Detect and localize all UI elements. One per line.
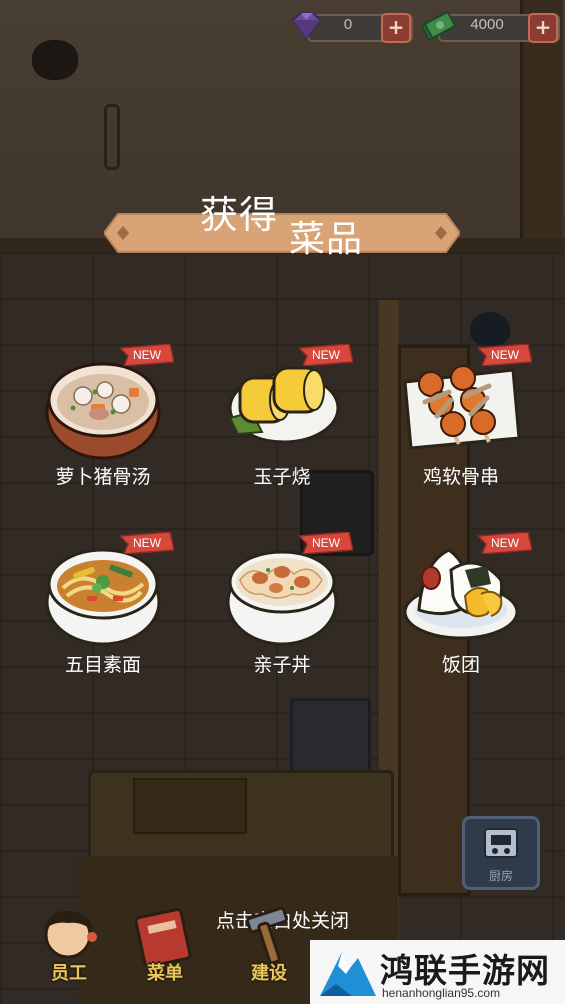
banner-title-obtained: 获得	[200, 193, 279, 237]
dish-name: 玉子烧	[253, 466, 311, 488]
dish-card-tamagoyaki[interactable]: 玉子烧	[207, 352, 357, 512]
watermark-title: 鸿联手游网	[380, 951, 550, 990]
title-banner	[104, 213, 460, 253]
hammer-icon	[246, 906, 288, 965]
tab-menu-label: 菜单	[147, 963, 183, 984]
banner-title-dish: 菜品	[289, 219, 364, 260]
watermark: 鸿联手游网 henanhonglian95.com	[310, 940, 565, 1004]
dish-card-oyakodon[interactable]: 亲子丼	[207, 540, 357, 700]
tab-staff[interactable]: 员工	[28, 905, 110, 1004]
stove-icon	[484, 828, 518, 858]
dish-card-radish-soup[interactable]: 萝卜猪骨汤	[28, 352, 178, 512]
mountain-logo-icon	[320, 952, 376, 996]
watermark-url: henanhonglian95.com	[382, 986, 501, 1000]
gem-count: 0	[343, 16, 353, 33]
radish-pork-bone-soup-icon	[45, 362, 161, 460]
gem-counter: 0 +	[289, 10, 413, 43]
add-gems-button[interactable]: +	[381, 13, 411, 43]
tab-build[interactable]: 建设	[228, 905, 310, 1004]
tab-staff-label: 员工	[51, 963, 87, 984]
new-badge-label: NEW	[312, 536, 340, 550]
cash-count: 4000	[470, 16, 504, 33]
tab-menu[interactable]: 菜单	[124, 905, 206, 1004]
dish-name: 萝卜猪骨汤	[55, 466, 151, 488]
kitchen-button-label: 厨房	[488, 869, 513, 883]
chicken-cartilage-skewer-icon	[403, 365, 521, 450]
kitchen-button[interactable]: 厨房	[462, 816, 540, 890]
tab-build-label: 建设	[251, 963, 287, 984]
dish-name: 五目素面	[64, 654, 141, 676]
gomoku-somen-icon	[45, 548, 161, 646]
new-badge-label: NEW	[133, 348, 161, 362]
dish-card-chicken-skewer[interactable]: 鸡软骨串	[386, 352, 536, 512]
new-badge-label: NEW	[133, 536, 161, 550]
dish-name: 饭团	[441, 654, 480, 676]
new-badge-label: NEW	[491, 536, 519, 550]
oyakodon-icon	[226, 550, 338, 646]
staff-chef-icon	[44, 910, 97, 959]
menu-book-icon	[134, 908, 192, 968]
dish-name: 鸡软骨串	[422, 466, 499, 488]
new-badge-label: NEW	[312, 348, 340, 362]
dish-name: 亲子丼	[253, 654, 311, 676]
tamagoyaki-icon	[228, 366, 340, 444]
dish-card-gomoku-somen[interactable]: 五目素面	[28, 540, 178, 700]
dish-card-onigiri[interactable]: 饭团	[386, 540, 536, 700]
onigiri-icon	[403, 548, 519, 640]
cash-counter: 4000 +	[420, 10, 560, 43]
new-badge-label: NEW	[491, 348, 519, 362]
add-cash-button[interactable]: +	[528, 13, 558, 43]
